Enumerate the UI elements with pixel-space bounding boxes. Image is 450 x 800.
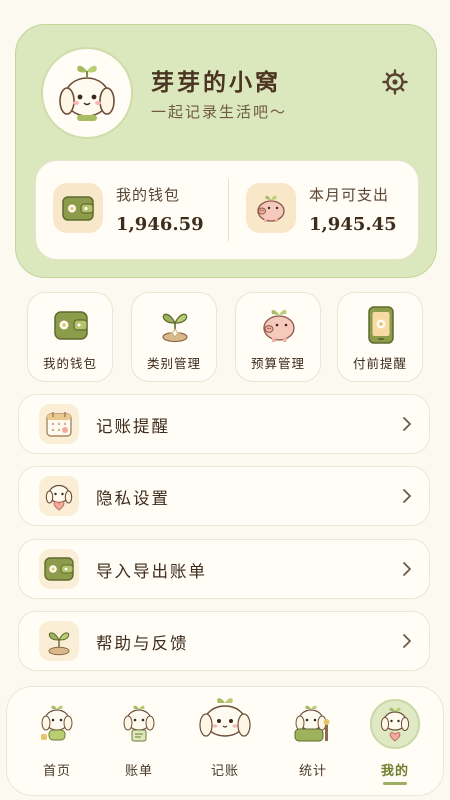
my-wallet-label: 我的钱包 xyxy=(116,186,181,204)
menu-item-help-feedback[interactable]: 帮助与反馈 xyxy=(18,611,430,671)
spendable-amount: 1,945.45 xyxy=(309,214,397,235)
settings-button[interactable] xyxy=(380,67,410,97)
chevron-right-icon xyxy=(403,634,411,648)
sprout-icon xyxy=(153,303,197,347)
nav-statistics[interactable]: 统计 xyxy=(273,687,353,797)
wallet-icon xyxy=(53,183,103,233)
nav-label: 统计 xyxy=(298,764,327,779)
bunny-heart-icon xyxy=(39,476,79,516)
my-wallet-amount: 1,946.59 xyxy=(116,214,204,235)
nav-label: 账单 xyxy=(124,764,153,779)
phone-icon xyxy=(359,303,403,347)
bunny-stats-icon xyxy=(291,701,335,745)
quick-label: 预算管理 xyxy=(250,356,305,371)
nav-label: 首页 xyxy=(42,764,71,779)
chevron-right-icon xyxy=(403,417,411,431)
menu-item-bookkeeping-reminder[interactable]: 记账提醒 xyxy=(18,394,430,454)
spendable-summary[interactable]: 本月可支出 1,945.45 xyxy=(229,161,419,261)
menu-label: 导入导出账单 xyxy=(96,562,207,581)
bunny-add-icon xyxy=(194,693,256,747)
gear-icon xyxy=(382,69,408,95)
chevron-right-icon xyxy=(403,489,411,503)
quick-category-manage[interactable]: 类别管理 xyxy=(131,292,217,382)
quick-label: 我的钱包 xyxy=(42,356,97,371)
quick-budget-manage[interactable]: 预算管理 xyxy=(235,292,321,382)
piggy-bank-icon xyxy=(257,303,301,347)
nav-bills[interactable]: 账单 xyxy=(99,687,179,797)
menu-item-import-export[interactable]: 导入导出账单 xyxy=(18,539,430,599)
bottom-nav: 首页 账单 记账 统计 我的 xyxy=(6,686,444,796)
motto: 一起记录生活吧～ xyxy=(151,103,288,121)
wallet-icon xyxy=(39,549,79,589)
spendable-label: 本月可支出 xyxy=(309,186,390,204)
menu-item-privacy-settings[interactable]: 隐私设置 xyxy=(18,466,430,526)
chevron-right-icon xyxy=(403,562,411,576)
nav-add-record[interactable]: 记账 xyxy=(185,687,265,797)
bunny-avatar-icon xyxy=(59,65,115,121)
menu-label: 隐私设置 xyxy=(96,489,170,508)
quick-label: 类别管理 xyxy=(146,356,201,371)
my-wallet-summary[interactable]: 我的钱包 1,946.59 xyxy=(36,161,226,261)
nickname: 芽芽的小窝 xyxy=(151,69,281,96)
quick-label: 付前提醒 xyxy=(352,356,407,371)
quick-payment-reminder[interactable]: 付前提醒 xyxy=(337,292,423,382)
avatar[interactable] xyxy=(41,47,133,139)
bunny-bill-icon xyxy=(119,701,159,745)
nav-label: 我的 xyxy=(380,764,409,779)
calendar-icon xyxy=(39,404,79,444)
nav-me[interactable]: 我的 xyxy=(355,687,435,797)
nav-label: 记账 xyxy=(210,764,239,779)
wallet-icon xyxy=(49,303,93,347)
wallet-summary: 我的钱包 1,946.59 本月可支出 1,945.45 xyxy=(35,160,419,260)
profile-card: 芽芽的小窝 一起记录生活吧～ 我的钱包 1,946.59 本月可支出 1,945… xyxy=(15,24,437,278)
bunny-me-icon xyxy=(370,699,420,749)
active-indicator xyxy=(383,782,407,785)
menu-label: 记账提醒 xyxy=(96,417,170,436)
nav-home[interactable]: 首页 xyxy=(17,687,97,797)
piggy-bank-icon xyxy=(246,183,296,233)
quick-my-wallet[interactable]: 我的钱包 xyxy=(27,292,113,382)
sprout-icon xyxy=(39,621,79,661)
menu-label: 帮助与反馈 xyxy=(96,634,189,653)
bunny-home-icon xyxy=(37,701,77,745)
quick-actions: 我的钱包 类别管理 预算管理 付前提醒 xyxy=(27,292,423,382)
